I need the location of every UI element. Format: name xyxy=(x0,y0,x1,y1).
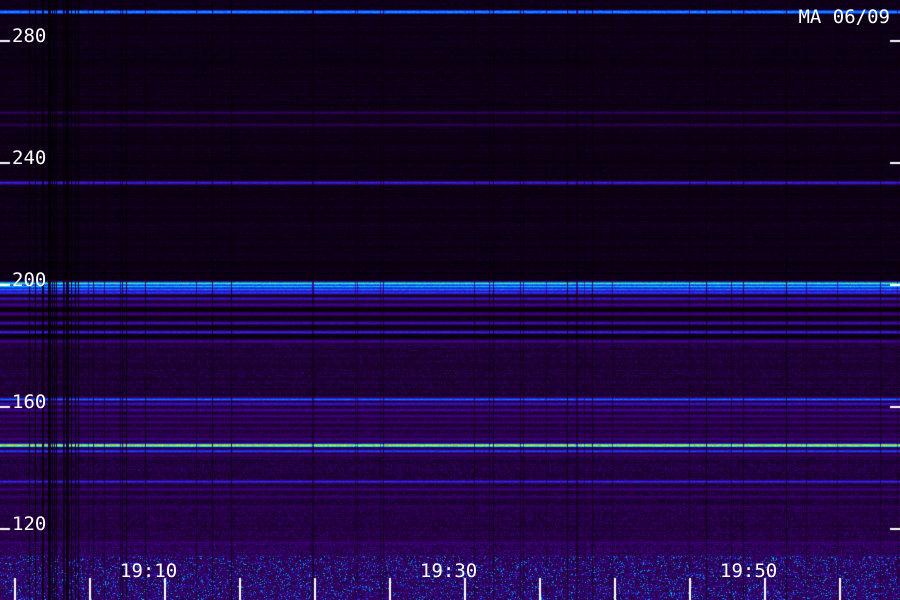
y-tick-label-200: 200 xyxy=(12,269,47,291)
y-tick-label-280: 280 xyxy=(12,25,47,47)
x-tick-label-1950: 19:50 xyxy=(720,560,778,582)
y-tick-label-120: 120 xyxy=(12,513,47,535)
x-tick-label-1930: 19:30 xyxy=(420,560,478,582)
y-tick-label-240: 240 xyxy=(12,147,47,169)
x-tick-label-1910: 19:10 xyxy=(120,560,178,582)
station-date-stamp: MA 06/09 xyxy=(798,6,890,28)
spectrogram-chart: MA 06/09 280 240 200 160 120 19:10 19:30… xyxy=(0,0,900,600)
y-tick-label-160: 160 xyxy=(12,391,47,413)
spectrogram-canvas xyxy=(0,0,900,600)
